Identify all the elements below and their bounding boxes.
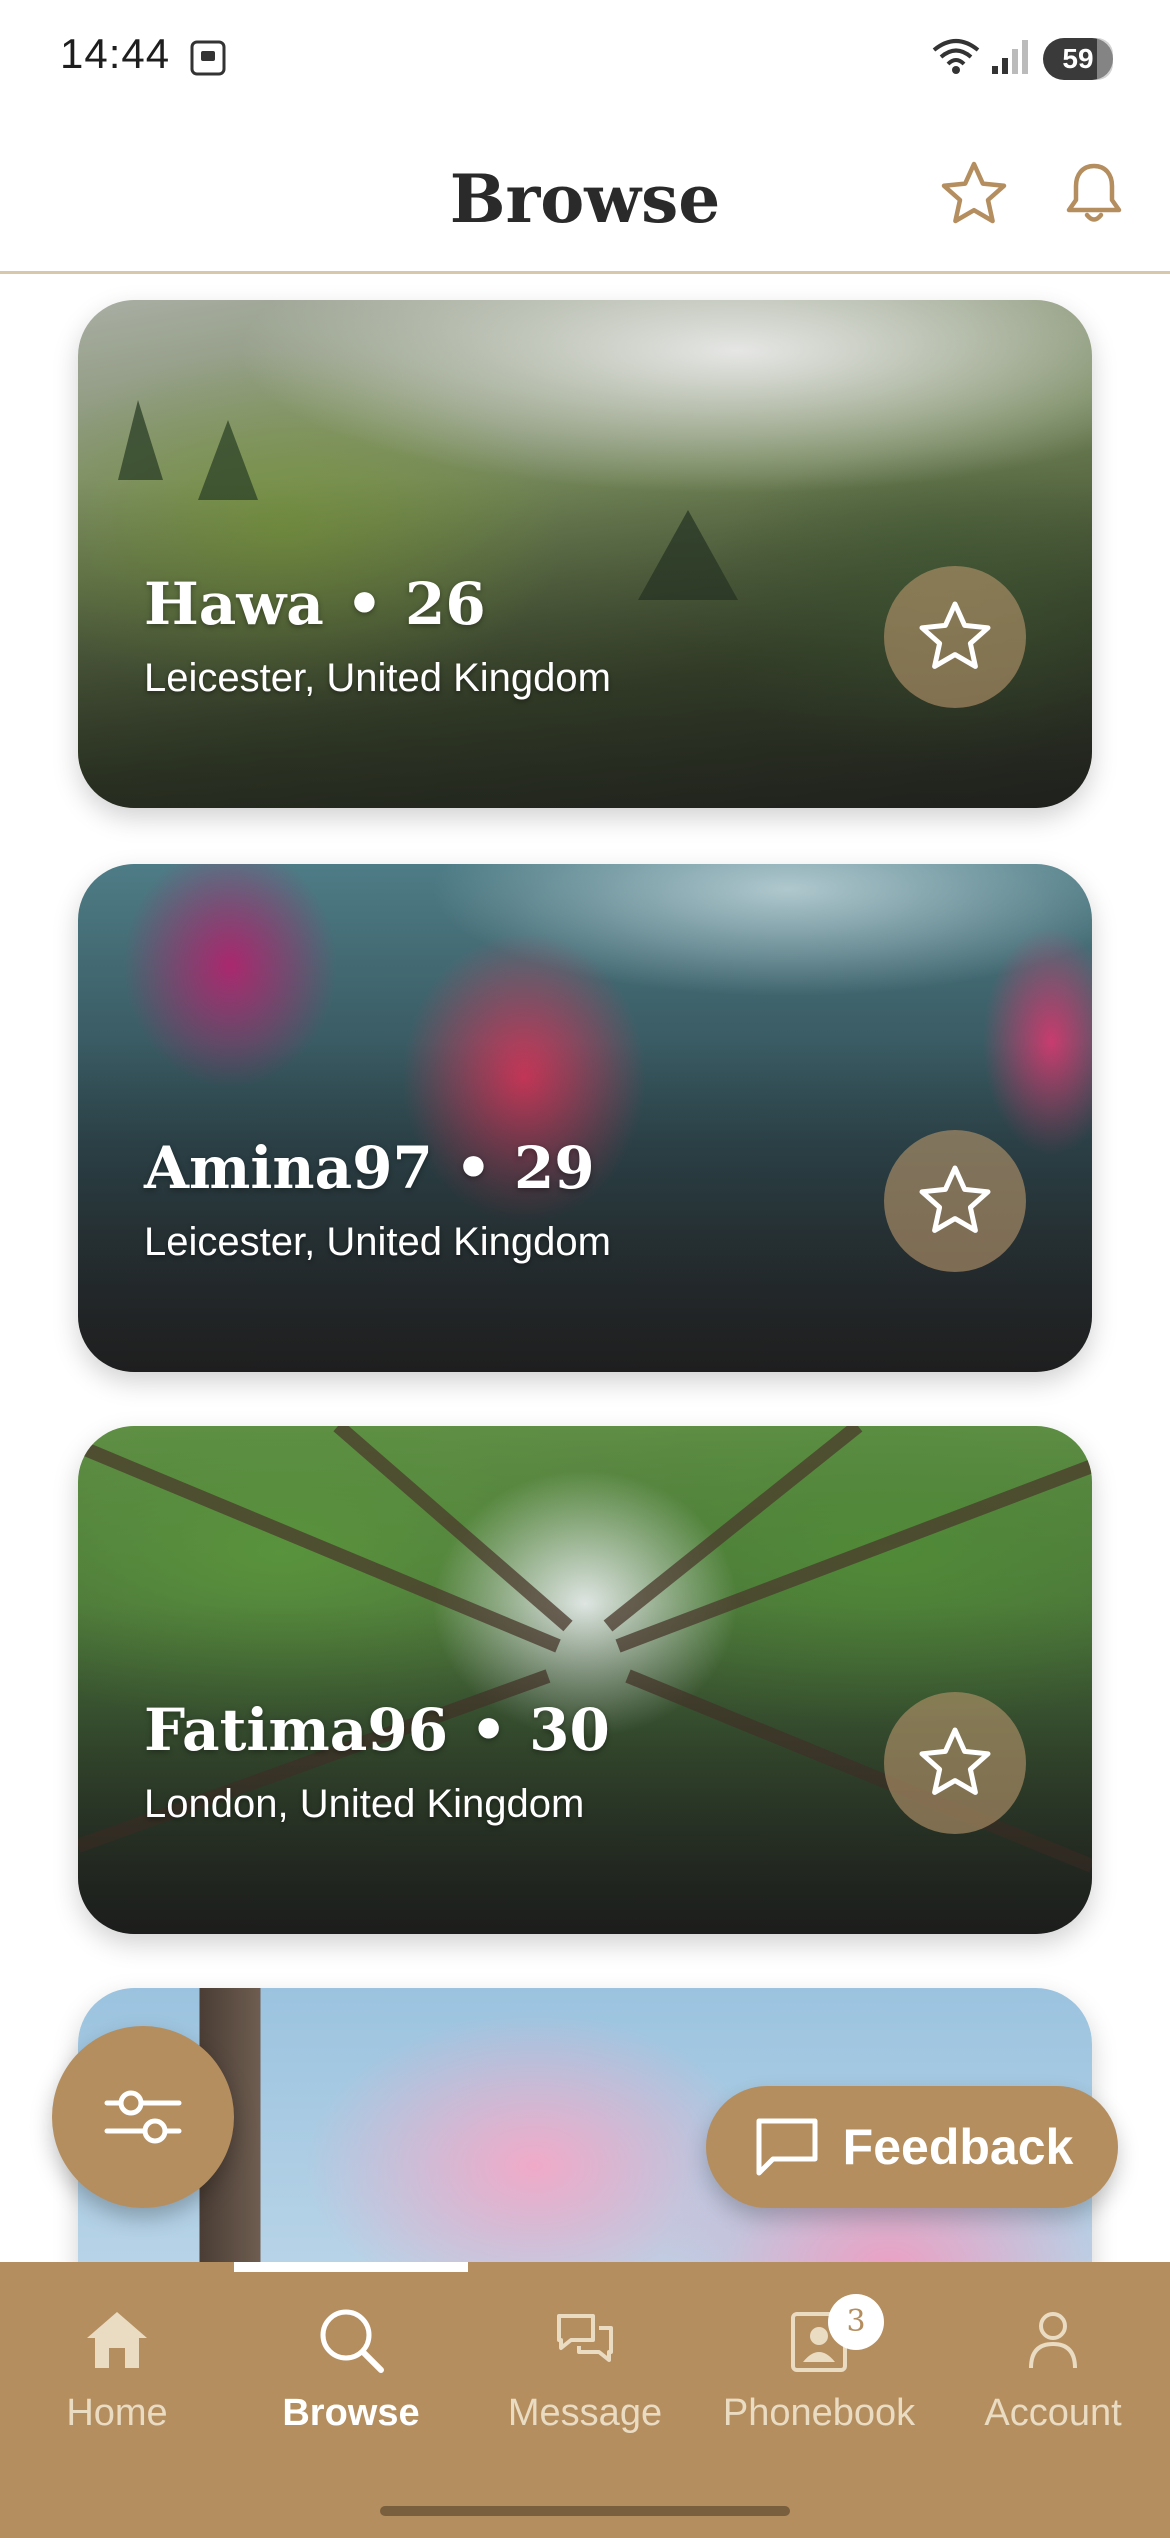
star-icon <box>919 1727 991 1795</box>
card-gradient <box>78 300 1092 808</box>
profile-location: Leicester, United Kingdom <box>144 1220 611 1264</box>
nav-browse[interactable]: Browse <box>234 2302 468 2452</box>
feedback-button[interactable]: Feedback <box>706 2086 1118 2208</box>
profile-name-age: Amina97 • 29 <box>144 1134 595 1202</box>
star-icon <box>919 601 991 669</box>
profile-name-age: Fatima96 • 30 <box>144 1696 610 1764</box>
chat-bubble-icon <box>756 2118 818 2176</box>
separator-dot: • <box>470 1696 508 1764</box>
nav-label: Phonebook <box>722 2392 916 2434</box>
profile-location: Leicester, United Kingdom <box>144 656 611 700</box>
status-bar: 14:44 59 <box>0 0 1170 120</box>
status-time: 14:44 <box>60 30 171 77</box>
nav-phonebook[interactable]: 3 Phonebook <box>702 2294 936 2452</box>
chat-icon <box>557 2314 613 2362</box>
profile-card[interactable]: Fatima96 • 30 London, United Kingdom <box>78 1426 1092 1934</box>
signal-icon <box>992 40 1028 74</box>
feedback-label: Feedback <box>842 2119 1074 2175</box>
card-gradient <box>78 1426 1092 1934</box>
nav-message[interactable]: Message <box>468 2302 702 2452</box>
notification-badge: 3 <box>828 2294 884 2350</box>
nav-home[interactable]: Home <box>0 2302 234 2452</box>
favorites-star-icon[interactable] <box>938 158 1010 230</box>
nav-label: Browse <box>282 2392 420 2434</box>
profile-name: Amina97 <box>144 1134 433 1202</box>
bottom-nav: Home Browse Message 3 Phonebook Account <box>0 2262 1170 2538</box>
nav-label: Home <box>66 2392 168 2434</box>
profile-age: 29 <box>513 1134 595 1202</box>
favorite-button[interactable] <box>884 1130 1026 1272</box>
profile-age: 26 <box>404 570 486 638</box>
nav-label: Account <box>984 2392 1122 2434</box>
home-icon <box>87 2312 147 2368</box>
battery-indicator: 59 <box>1043 38 1113 80</box>
bell-icon[interactable] <box>1058 158 1130 230</box>
wifi-icon <box>932 39 980 74</box>
nav-account[interactable]: Account <box>936 2302 1170 2452</box>
search-icon <box>320 2309 384 2373</box>
filter-button[interactable] <box>52 2026 234 2208</box>
separator-dot: • <box>345 570 383 638</box>
screen-record-icon <box>190 40 226 76</box>
profile-card[interactable]: Hawa • 26 Leicester, United Kingdom <box>78 300 1092 808</box>
card-gradient <box>78 864 1092 1372</box>
profile-name: Fatima96 <box>144 1696 449 1764</box>
person-icon <box>1029 2312 1077 2369</box>
active-tab-indicator <box>234 2262 468 2272</box>
favorite-button[interactable] <box>884 1692 1026 1834</box>
favorite-button[interactable] <box>884 566 1026 708</box>
nav-label: Message <box>507 2392 663 2434</box>
star-icon <box>919 1165 991 1233</box>
profile-name: Hawa <box>144 570 324 638</box>
app-header: Browse <box>0 130 1170 274</box>
profile-name-age: Hawa • 26 <box>144 570 486 638</box>
profile-age: 30 <box>529 1696 610 1764</box>
separator-dot: • <box>454 1134 492 1202</box>
sliders-icon <box>104 2090 182 2144</box>
home-indicator[interactable] <box>380 2506 790 2516</box>
profile-card[interactable]: Amina97 • 29 Leicester, United Kingdom <box>78 864 1092 1372</box>
profile-location: London, United Kingdom <box>144 1782 585 1826</box>
